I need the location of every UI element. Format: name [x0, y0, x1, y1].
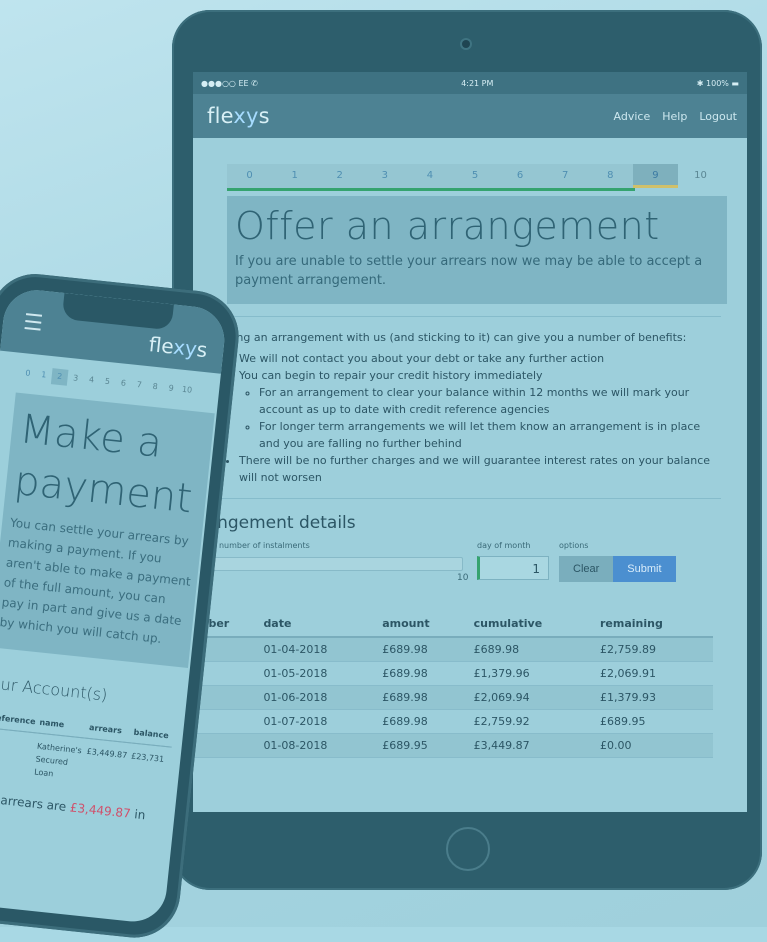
step-7[interactable]: 7 [542, 164, 588, 188]
status-time: 4:21 PM [461, 78, 494, 88]
col-cumulative: cumulative [469, 611, 596, 638]
col-date: date [259, 611, 379, 638]
hamburger-menu-icon[interactable] [24, 313, 43, 331]
submit-button[interactable]: Submit [613, 556, 676, 582]
step-10: 10 [181, 384, 193, 395]
status-bar: ●●●○○ EE ✆ 4:21 PM ✱ 100% ▬ [193, 72, 747, 94]
step-1[interactable]: 1 [35, 366, 53, 384]
nav-advice-link[interactable]: Advice [614, 110, 651, 123]
col-remaining: remaining [595, 611, 713, 638]
divider [221, 498, 721, 499]
step-7: 7 [136, 380, 143, 390]
instalments-control: ose a number of instalments 10 [193, 541, 468, 585]
step-6[interactable]: 6 [497, 164, 543, 188]
options-label: options [559, 541, 589, 550]
step-0[interactable]: 0 [227, 164, 273, 188]
day-of-month-label: day of month [477, 541, 531, 550]
clear-button[interactable]: Clear [559, 556, 614, 582]
page-title: Make a payment [12, 406, 195, 523]
nav-links: Advice Help Logout [614, 110, 737, 123]
step-8: 8 [152, 381, 159, 392]
page-hero: Offer an arrangement If you are unable t… [227, 196, 727, 304]
step-10: 10 [694, 170, 707, 181]
top-navbar: flexys Advice Help Logout [193, 94, 747, 138]
day-of-month-control: day of month 1 [477, 541, 549, 580]
main-content: 0 1 2 3 4 5 6 7 8 9 10 Offer an arrangem… [193, 138, 747, 758]
battery-indicator: ✱ 100% ▬ [696, 78, 739, 88]
step-6: 6 [120, 378, 127, 388]
home-button[interactable] [446, 827, 490, 871]
step-3: 3 [72, 373, 79, 383]
benefits-intro: king an arrangement with us (and stickin… [227, 331, 687, 344]
table-header-row: mber date amount cumulative remaining [193, 611, 713, 638]
step-5[interactable]: 5 [452, 164, 498, 188]
slider-max-label: 10 [457, 573, 469, 583]
tablet-screen: ●●●○○ EE ✆ 4:21 PM ✱ 100% ▬ flexys Advic… [193, 72, 747, 812]
tablet-device: ●●●○○ EE ✆ 4:21 PM ✱ 100% ▬ flexys Advic… [172, 10, 762, 890]
flexys-logo[interactable]: flexys [207, 104, 270, 128]
options-control: options Clear Submit [559, 541, 676, 582]
phone-hero: Make a payment You can settle your arrea… [0, 392, 215, 668]
flexys-logo[interactable]: flexys [148, 332, 209, 362]
benefits-list: We will not contact you about your debt … [217, 350, 723, 486]
arrears-amount: £3,449.87 [69, 800, 132, 821]
step-progress: 0 1 2 3 4 5 6 7 8 9 10 [227, 164, 723, 191]
col-amount: amount [378, 611, 470, 638]
step-3[interactable]: 3 [362, 164, 408, 188]
schedule-table: mber date amount cumulative remaining 01… [193, 611, 713, 758]
step-8[interactable]: 8 [587, 164, 633, 188]
page-subtitle: You can settle your arrears by making a … [0, 515, 192, 646]
table-row: 01-07-2018 £689.98 £2,759.92 £689.95 [193, 709, 713, 734]
carrier-signal: ●●●○○ EE ✆ [201, 78, 258, 88]
page-title: Offer an arrangement [235, 204, 660, 248]
arrangement-form: ose a number of instalments 10 day of mo… [193, 541, 723, 585]
nav-logout-link[interactable]: Logout [699, 110, 737, 123]
step-5: 5 [104, 376, 111, 387]
step-4[interactable]: 4 [407, 164, 453, 188]
nav-help-link[interactable]: Help [662, 110, 687, 123]
arrears-total: Your arrears are £3,449.87 in total. [0, 790, 147, 823]
benefit-item: There will be no further charges and we … [239, 452, 723, 486]
step-0[interactable]: 0 [19, 365, 37, 383]
tablet-camera [462, 40, 470, 48]
step-2-current[interactable]: 2 [50, 368, 69, 386]
sub-benefit-item: For longer term arrangements we will let… [259, 418, 723, 452]
step-9-current[interactable]: 9 [632, 164, 678, 188]
table-row: 01-06-2018 £689.98 £2,069.94 £1,379.93 [193, 685, 713, 710]
step-4: 4 [88, 375, 95, 385]
divider [221, 316, 721, 317]
benefit-item: You can begin to repair your credit hist… [239, 367, 723, 452]
instalments-slider-track[interactable] [193, 557, 463, 571]
step-progress-bar [227, 188, 635, 191]
table-row: 01-05-2018 £689.98 £1,379.96 £2,069.91 [193, 661, 713, 686]
arrangement-details-heading: rrangement details [193, 513, 356, 533]
accounts-table: id reference name arrears balance 1 Kath… [0, 709, 174, 792]
page-subtitle: If you are unable to settle your arrears… [235, 254, 703, 288]
accounts-heading: Your Account(s) [0, 672, 109, 705]
step-9: 9 [168, 383, 175, 393]
sub-benefit-item: For an arrangement to clear your balance… [259, 384, 723, 418]
step-2[interactable]: 2 [317, 164, 363, 188]
table-row: 01-08-2018 £689.95 £3,449.87 £0.00 [193, 733, 713, 758]
step-1[interactable]: 1 [272, 164, 318, 188]
day-of-month-input[interactable]: 1 [477, 556, 549, 580]
table-row: 01-04-2018 £689.98 £689.98 £2,759.89 [193, 637, 713, 662]
benefit-item: We will not contact you about your debt … [239, 350, 723, 367]
